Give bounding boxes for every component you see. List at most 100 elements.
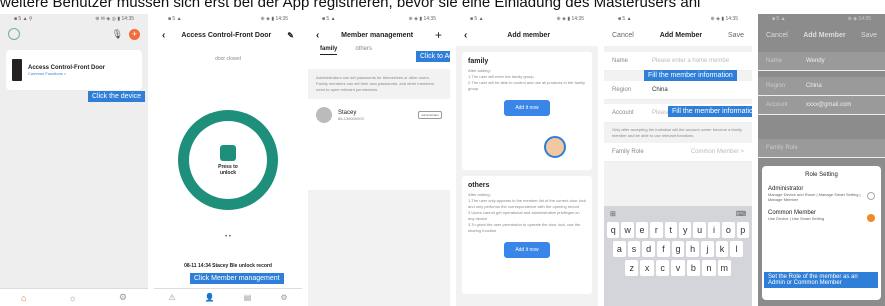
keyboard-grid-icon[interactable]: ⊞ [610,210,616,218]
key-x[interactable]: x [640,260,654,276]
add-icon[interactable]: + [129,28,140,40]
key-a[interactable]: a [613,241,626,257]
role-option-common[interactable]: Common Member Use Device | Use Smart Set… [768,210,875,222]
alarm-records-icon[interactable]: ⚠ [169,293,176,302]
callout-click-to-add: Click to Ad [416,51,450,62]
name-label: Name [612,58,629,64]
role-row: Family Role [758,139,885,158]
form-header: Cancel Add Member Save [604,24,752,46]
me-tab-icon[interactable]: ⚙ [119,292,127,303]
screen-add-member-form: ■ 5 ▲ ⊕ ◈ ▮ 14:35 Cancel Add Member Save … [604,14,752,306]
smart-tab-icon[interactable]: ☼ [69,293,77,303]
key-d[interactable]: d [642,241,655,257]
temporary-password-icon[interactable]: ▤ [244,293,252,302]
screen-home: ■ 5 ▲ ⚲ ⊕ ✉ ◈ ◎ ▮ 14:35 🎙 + Access Contr… [0,14,148,306]
back-icon[interactable]: ‹ [464,30,467,41]
member-row[interactable]: Stacey 86-136000000 Administrator [308,99,450,131]
screen-member-management: ■ 5 ▲ ⊕ ◈ ▮ 14:35 ‹ Member management + f… [308,14,450,306]
name-input[interactable]: Please enter a home membe [652,58,744,64]
key-j[interactable]: j [701,241,714,257]
key-s[interactable]: s [627,241,641,257]
member-badge: Administrator [418,111,442,119]
status-bar: ■ 5 ▲ ⊕ ◈ ▮ 14:35 [604,14,752,24]
keyboard: ⊞ ⌨ qwertyuiop asdfghjkl zxcvbnm [604,206,752,306]
status-bar: ■ 5 ▲ ⊕ ◈ ▮ 14:35 [322,16,436,22]
region-label: Region [612,87,632,93]
key-k[interactable]: k [715,241,729,257]
callout-fill-info-2: Fill the member information [668,106,752,117]
top-caption: weitere Benutzer müssen sich erst bei de… [0,0,701,11]
key-c[interactable]: c [655,260,670,276]
callout-set-role: Set the Role of the member as an Admin o… [764,272,878,288]
key-h[interactable]: h [686,241,699,257]
screen-add-member-type: ■ 5 ▲ ⊕ ◈ ▮ 14:35 ‹ Add member family Aft… [456,14,598,306]
keyboard-hide-icon[interactable]: ⌨ [736,210,746,218]
key-b[interactable]: b [686,260,701,276]
key-u[interactable]: u [693,222,706,238]
key-y[interactable]: y [678,222,692,238]
save-button[interactable]: Save [728,32,744,39]
key-e[interactable]: e [635,222,649,238]
key-q[interactable]: q [607,222,620,238]
key-r[interactable]: r [650,222,663,238]
key-v[interactable]: v [671,260,685,276]
callout-click-device: Click the device [88,91,146,102]
region-select[interactable]: China [652,87,744,93]
key-f[interactable]: f [657,241,670,257]
key-n[interactable]: n [702,260,716,276]
member-management-icon[interactable]: 👤 [205,293,215,302]
mic-icon[interactable]: 🎙 [112,29,123,40]
others-title: others [468,182,490,189]
key-l[interactable]: l [730,241,743,257]
member-empty-area [308,190,450,306]
family-card: family After adding: 1.The user will ent… [462,52,592,170]
cancel-button[interactable]: Cancel [612,32,634,39]
key-i[interactable]: i [707,222,721,238]
back-icon[interactable]: ‹ [316,30,319,41]
lock-device-icon [12,59,22,81]
settings-icon[interactable]: ⚙ [280,293,287,302]
home-tab-icon[interactable]: ⌂ [21,293,26,303]
member-phone: 86-136000000 [338,115,364,121]
back-icon[interactable]: ‹ [162,30,165,41]
key-m[interactable]: m [717,260,731,276]
key-g[interactable]: g [671,241,685,257]
key-t[interactable]: t [664,222,677,238]
unlock-label-2: unlock [219,169,237,176]
name-row: Name Please enter a home membe [604,52,752,71]
add-member-icon[interactable]: + [435,28,442,42]
region-row: Region China [604,81,752,100]
tab-others[interactable]: others [355,46,372,55]
key-w[interactable]: w [621,222,634,238]
region-row: Region China [758,77,885,96]
key-p[interactable]: p [736,222,749,238]
form-title: Add Member [659,31,703,39]
account-label: Account [612,110,634,116]
radio-unchecked-icon[interactable] [867,192,875,200]
member-avatar [316,107,332,123]
edit-icon[interactable]: ✎ [287,31,294,40]
device-sub: Common Functions > [28,70,67,76]
others-add-button[interactable]: Add it now [504,242,550,258]
cancel-button[interactable]: Cancel [766,32,788,39]
family-title: family [468,58,489,65]
unlock-ring[interactable]: Press to unlock [178,110,278,210]
family-desc: After adding: 1.The user will enter the … [468,68,585,91]
member-header: ‹ Member management + [308,24,450,46]
invite-notice: Only after accepting the invitation will… [612,127,742,138]
home-avatar-icon[interactable] [8,28,20,40]
others-card: others After adding: 1.The user only app… [462,176,592,294]
unlock-record[interactable]: 08-11 14:34 Stacey Ble unlock record [154,263,302,269]
role-row[interactable]: Family Role Common Member > [604,143,752,162]
key-o[interactable]: o [722,222,735,238]
key-z[interactable]: z [625,260,639,276]
tab-family[interactable]: family [320,46,338,55]
family-add-button[interactable]: Add it now [504,100,550,116]
save-button[interactable]: Save [861,32,877,39]
account-row: Account xxxx@gmail.com [758,96,885,115]
device-card[interactable]: Access Control-Front Door Common Functio… [6,50,142,90]
radio-checked-icon[interactable] [867,214,875,222]
callout-member-management: Click Member management [190,273,284,284]
role-option-admin[interactable]: Administrator Manage Device and Room | M… [768,186,875,202]
member-description: Administrators can set passwords for the… [308,69,450,99]
